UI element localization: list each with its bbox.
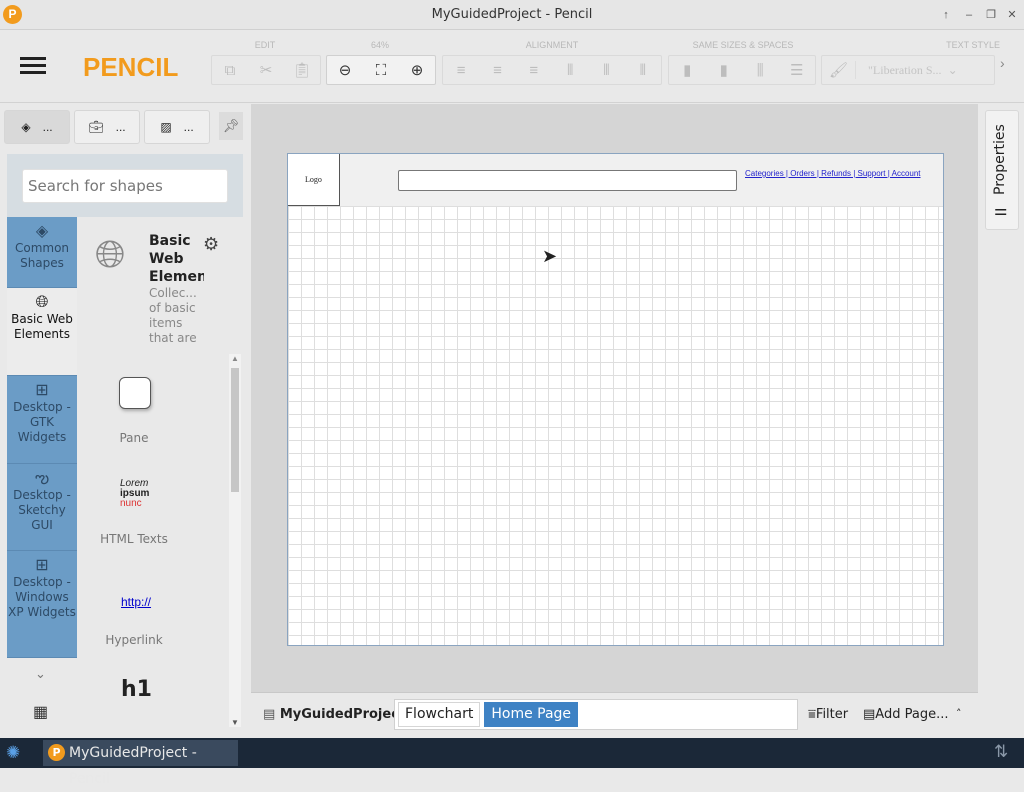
align-top-icon[interactable]: ⦀ — [558, 62, 582, 79]
pencil-app-icon: P — [3, 5, 22, 24]
shape-list-scrollbar[interactable]: ▲ ▼ — [229, 354, 241, 727]
drawing-page[interactable]: Logo Categories | Orders | Refunds | Sup… — [287, 153, 944, 646]
h1-shape[interactable]: h1 — [121, 677, 152, 702]
title-bar: P MyGuidedProject - Pencil ↑ – ❐ ✕ — [0, 0, 1024, 30]
shape-label: Pane — [119, 431, 149, 445]
network-icon[interactable]: ⇅ — [994, 742, 1008, 762]
toolbar: PENCIL EDIT ⧉ ✂ 📋︎ 64% ⊖ ⛶ ⊕ ALIGNMENT ≡ ≡ ≡ ⦀ ⦀… — [0, 30, 1024, 103]
group-label-alignment: ALIGNMENT — [525, 40, 579, 50]
right-panel: Properties ⚌ — [979, 104, 1024, 736]
filter-button[interactable]: ⩸Filter — [808, 707, 848, 722]
align-right-icon[interactable]: ≡ — [522, 62, 546, 79]
group-label-same-sizes: SAME SIZES & SPACES — [692, 40, 794, 50]
space-vertical-icon[interactable]: ☰ — [785, 61, 809, 79]
align-left-icon[interactable]: ≡ — [449, 62, 473, 79]
zoom-level: 64% — [370, 40, 389, 50]
category-basic-web-elements[interactable]: 🌐︎ Basic Web Elements — [7, 288, 77, 376]
category-sketchy-gui[interactable]: ఌ Desktop - Sketchy GUI — [7, 464, 77, 551]
align-center-icon[interactable]: ≡ — [485, 62, 509, 79]
brand-logo: PENCIL — [83, 52, 179, 82]
mouse-cursor: ➤ — [542, 246, 558, 266]
same-sizes-group: ▮ ▮ ⫼ ☰ — [668, 55, 816, 85]
paste-icon[interactable]: 📋︎ — [290, 61, 314, 79]
search-box-shape[interactable] — [398, 170, 737, 191]
properties-tab[interactable]: Properties ⚌ — [985, 110, 1019, 230]
space-horizontal-icon[interactable]: ⫼ — [748, 62, 772, 79]
project-name[interactable]: ▤ MyGuidedProject — [263, 707, 405, 722]
layers-icon: ◈ — [21, 120, 31, 134]
tab-flowchart[interactable]: Flowchart — [398, 702, 481, 727]
hyperlink-shape[interactable]: http:// — [121, 595, 151, 609]
shape-label: Hyperlink — [105, 633, 163, 647]
shape-list: Pane Lorem ipsum nunc HTML Texts http:// H… — [80, 217, 228, 727]
briefcase-icon: 💼︎ — [88, 120, 104, 134]
search-area: Search for shapes — [7, 154, 243, 217]
font-select[interactable]: "Liberation S... ⌄ — [856, 63, 986, 78]
tab-collections[interactable]: 💼︎... — [74, 110, 140, 144]
align-middle-icon[interactable]: ⦀ — [594, 62, 618, 79]
group-label-edit: EDIT — [254, 40, 276, 50]
format-painter-icon[interactable]: 🖌︎ — [822, 61, 856, 79]
left-panel: ◈... 💼︎... ▨... 📌︎ Search for shapes ◈ Co… — [0, 104, 250, 736]
more-categories-chevron-icon[interactable]: ⌄ — [35, 666, 46, 682]
globe-icon: 🌐︎ — [35, 292, 49, 311]
image-icon: ▨ — [160, 120, 172, 134]
document-icon: ▤ — [263, 707, 276, 722]
group-label-text-style: TEXT STYLE — [946, 40, 1000, 50]
zoom-group: ⊖ ⛶ ⊕ — [326, 55, 436, 85]
toolbar-more-chevron-icon[interactable]: › — [1000, 55, 1005, 71]
window-title: MyGuidedProject - Pencil — [431, 7, 593, 22]
shape-label: HTML Texts — [100, 532, 168, 546]
grid-view-icon[interactable]: ▦ — [33, 702, 48, 722]
search-input[interactable]: Search for shapes — [22, 169, 228, 203]
page-bar: ▤ MyGuidedProject Flowchart Home Page ⩸F… — [251, 692, 978, 736]
pane-shape[interactable] — [119, 377, 151, 409]
text-style-group: 🖌︎ "Liberation S... ⌄ — [821, 55, 995, 85]
add-page-icon: ▤ — [863, 707, 876, 722]
filter-icon: ⩸ — [808, 707, 816, 722]
zoom-out-icon[interactable]: ⊖ — [333, 61, 357, 79]
copy-icon[interactable]: ⧉ — [218, 62, 242, 79]
html-texts-shape[interactable]: Lorem ipsum nunc — [120, 479, 149, 509]
grid-icon: ⊞ — [35, 380, 49, 399]
align-bottom-icon[interactable]: ⦀ — [631, 62, 655, 79]
taskbar-item[interactable]: P MyGuidedProject - Pencil — [43, 740, 238, 787]
zoom-in-icon[interactable]: ⊕ — [405, 61, 429, 79]
maximize-button[interactable]: ❐ — [983, 7, 999, 23]
category-common-shapes[interactable]: ◈ Common Shapes — [7, 217, 77, 288]
pencil-app-icon: P — [48, 744, 65, 761]
tab-home-page[interactable]: Home Page — [484, 702, 579, 727]
minimize-button[interactable]: – — [961, 7, 977, 23]
expand-chevron-icon[interactable]: ˄ — [956, 707, 962, 720]
same-height-icon[interactable]: ▮ — [712, 61, 736, 79]
category-gtk-widgets[interactable]: ⊞ Desktop - GTK Widgets — [7, 376, 77, 464]
nav-links-shape[interactable]: Categories | Orders | Refunds | Support … — [745, 169, 921, 178]
logo-placeholder[interactable]: Logo — [288, 154, 340, 206]
same-width-icon[interactable]: ▮ — [675, 61, 699, 79]
close-button[interactable]: ✕ — [1004, 7, 1020, 23]
pin-icon[interactable]: 📌︎ — [219, 112, 243, 140]
layers-icon: ◈ — [35, 221, 49, 240]
alignment-group: ≡ ≡ ≡ ⦀ ⦀ ⦀ — [442, 55, 662, 85]
category-windows-xp-widgets[interactable]: ⊞ Desktop - Windows XP Widgets — [7, 551, 77, 658]
add-page-button[interactable]: ▤Add Page... — [863, 707, 948, 722]
tab-images[interactable]: ▨... — [144, 110, 210, 144]
sliders-icon: ⚌ — [994, 202, 1008, 219]
start-menu-icon[interactable]: ✺ — [6, 743, 20, 763]
keep-above-button[interactable]: ↑ — [938, 7, 954, 23]
squiggle-icon: ఌ — [34, 468, 50, 487]
taskbar: ✺ P MyGuidedProject - Pencil ⇅ — [0, 738, 1024, 787]
canvas-area[interactable]: Logo Categories | Orders | Refunds | Sup… — [251, 104, 978, 692]
cut-icon[interactable]: ✂ — [254, 61, 278, 79]
grid-icon: ⊞ — [35, 555, 49, 574]
properties-label: Properties — [992, 124, 1008, 195]
fit-screen-icon[interactable]: ⛶ — [369, 62, 393, 79]
tab-shapes[interactable]: ◈... — [4, 110, 70, 144]
edit-group: ⧉ ✂ 📋︎ — [211, 55, 321, 85]
hamburger-menu-icon[interactable] — [20, 57, 46, 75]
page-tabs: Flowchart Home Page — [394, 699, 798, 730]
